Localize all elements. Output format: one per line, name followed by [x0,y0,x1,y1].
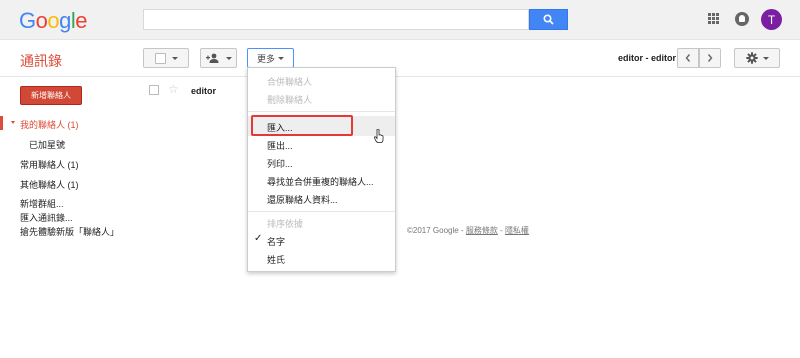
app-title[interactable]: 通訊錄 [20,51,62,71]
menu-item-restore[interactable]: 還原聯絡人資料... [267,193,338,206]
sidebar-item-my-contacts[interactable]: 我的聯絡人 (1) [20,118,79,131]
menu-divider [248,211,395,212]
terms-link[interactable]: 服務條款 [466,226,498,235]
gear-icon [745,52,758,64]
add-to-group-button[interactable] [200,48,237,68]
account-label: editor - editor [618,53,676,63]
menu-item-find-duplicates[interactable]: 尋找並合併重複的聯絡人... [267,175,374,188]
expand-caret-icon[interactable] [11,121,15,124]
apps-grid-icon[interactable] [708,13,719,24]
select-all-button[interactable] [143,48,189,68]
avatar[interactable]: T [761,9,782,30]
chevron-down-icon [762,56,769,60]
more-label: 更多 [256,53,275,64]
sidebar-item-frequent[interactable]: 常用聯絡人 (1) [20,158,79,171]
logo-letter: G [19,8,36,33]
previous-button[interactable] [677,48,699,68]
menu-item-merge: 合併聯絡人 [267,77,313,87]
hand-cursor-icon [374,129,384,143]
footer-separator: - [497,226,505,235]
contact-name[interactable]: editor [191,86,216,96]
menu-item-print[interactable]: 列印... [267,157,293,170]
add-person-icon [205,53,218,63]
next-button[interactable] [699,48,721,68]
highlight-annotation [251,115,353,136]
chevron-down-icon [225,56,232,60]
checkbox-icon [154,52,166,64]
logo-letter: o [35,8,48,33]
menu-item-export[interactable]: 匯出... [267,139,293,152]
logo-letter: e [75,8,88,33]
footer: ©2017 Google - 服務條款 - 隱私權 [407,225,529,236]
sidebar-item-try-new[interactable]: 搶先體驗新版「聯絡人」 [20,225,119,238]
row-checkbox[interactable] [149,85,159,95]
notifications-icon[interactable] [735,12,749,26]
menu-item-last-name[interactable]: 姓氏 [267,253,285,266]
sidebar-item-new-group[interactable]: 新增群組... [20,197,64,210]
chevron-left-icon [685,54,691,62]
menu-divider [248,111,395,112]
top-bar: Google T [0,0,800,40]
menu-item-first-name[interactable]: 名字 [267,235,285,248]
search-input[interactable] [143,9,529,30]
selected-marker [0,116,3,130]
chevron-down-icon [171,56,178,60]
settings-button[interactable] [734,48,780,68]
new-contact-button[interactable]: 新增聯絡人 [20,86,82,105]
google-logo[interactable]: Google [19,8,88,34]
star-icon[interactable]: ☆ [168,82,179,96]
avatar-letter: T [767,12,776,27]
chevron-down-icon [278,56,284,60]
copyright-text: ©2017 Google - [407,226,466,235]
logo-letter: o [47,8,60,33]
header-divider [0,76,800,77]
sidebar-item-import[interactable]: 匯入通訊錄... [20,211,73,224]
logo-letter: g [59,8,71,33]
menu-item-sort-by: 排序依據 [267,219,304,229]
chevron-right-icon [707,54,713,62]
menu-item-delete: 刪除聯絡人 [267,95,313,105]
check-icon: ✓ [254,233,263,244]
more-dropdown-menu: 合併聯絡人 刪除聯絡人 匯入... 匯出... 列印... 尋找並合併重複的聯絡… [247,67,396,272]
sidebar-item-starred[interactable]: 已加星號 [29,138,65,151]
search-icon [543,14,554,25]
more-button[interactable]: 更多 [247,48,294,68]
sidebar-item-other-contacts[interactable]: 其他聯絡人 (1) [20,178,79,191]
search-button[interactable] [529,9,568,30]
privacy-link[interactable]: 隱私權 [505,226,529,235]
